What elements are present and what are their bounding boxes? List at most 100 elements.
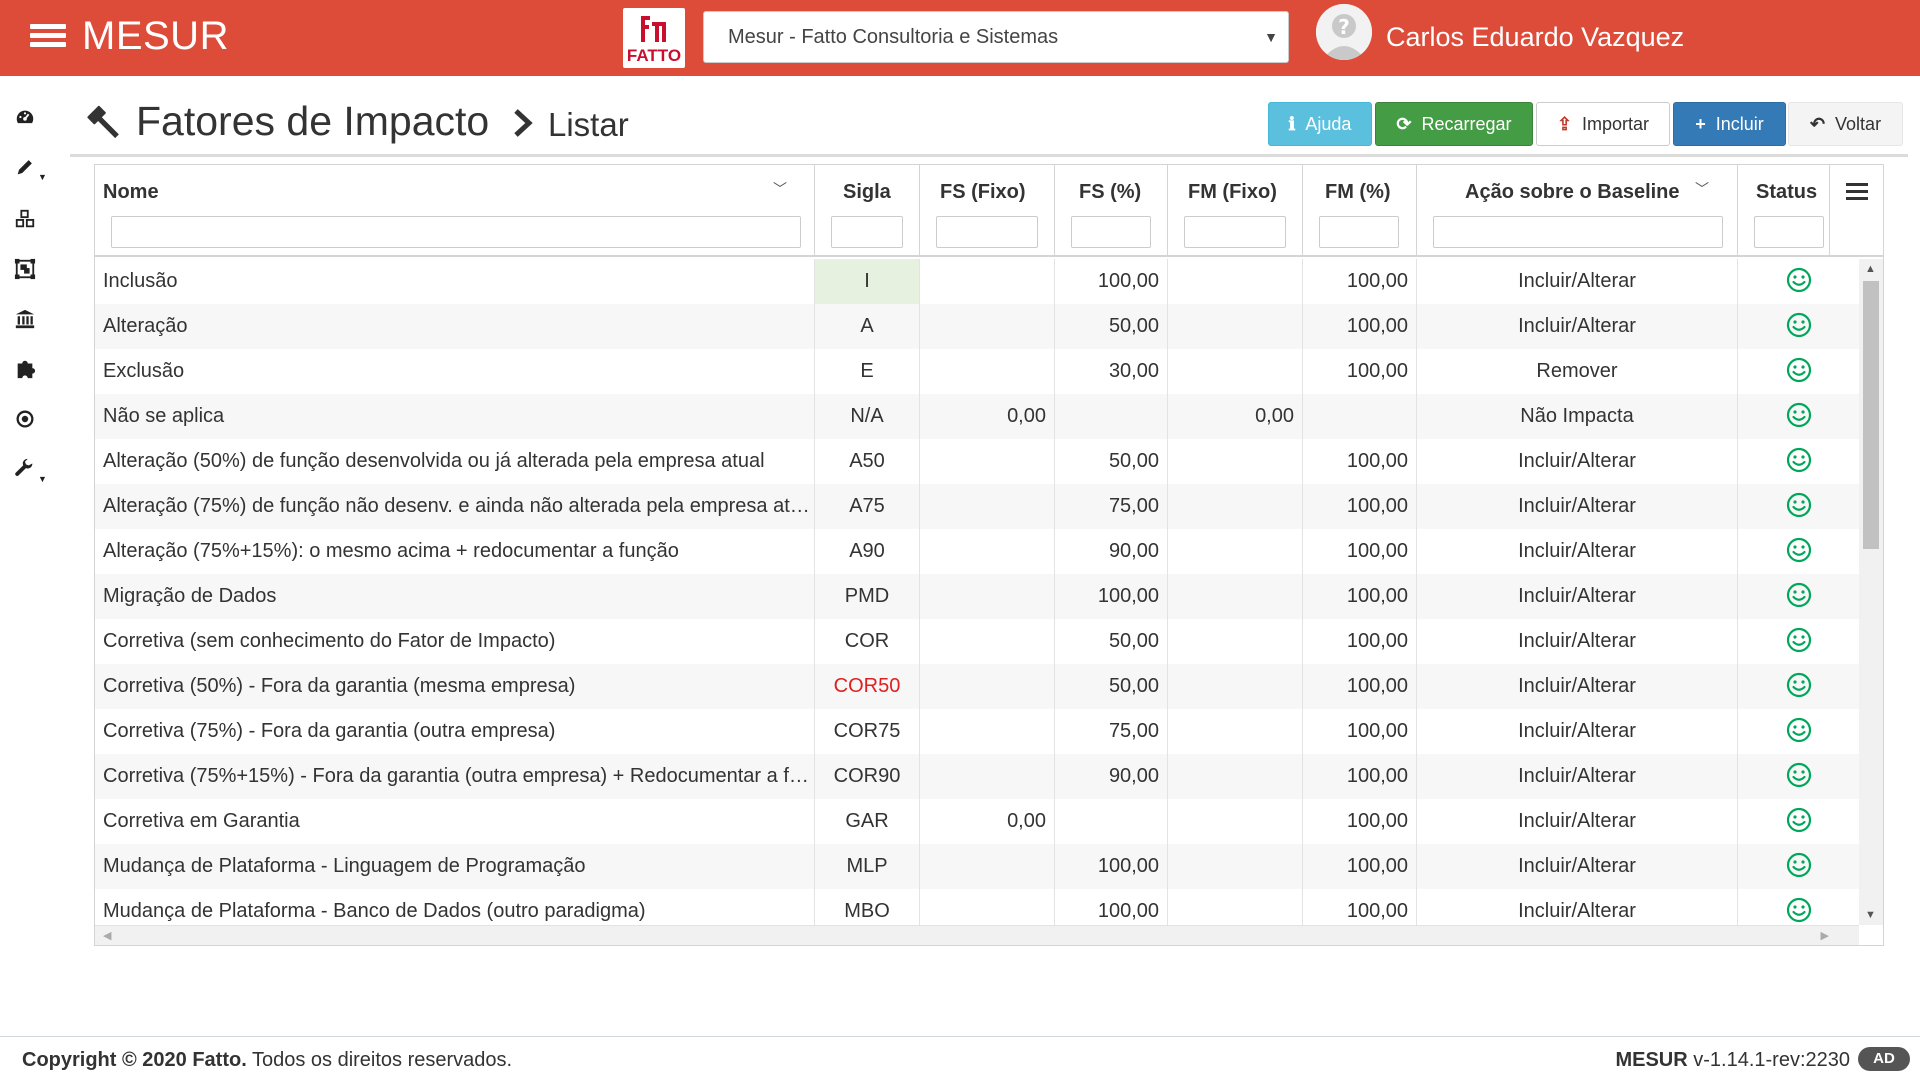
column-header-fm-fixo[interactable]: FM (Fixo) xyxy=(1168,165,1303,255)
cell-nome: Inclusão xyxy=(95,259,815,304)
filter-input-fm-fixo[interactable] xyxy=(1184,216,1286,248)
pencil-icon[interactable]: ▼ xyxy=(14,156,54,186)
cell-acao: Incluir/Alterar xyxy=(1417,529,1738,574)
sidebar: ▼ ▼ xyxy=(0,76,70,1036)
cell-fm-fixo xyxy=(1168,799,1303,844)
vertical-scrollbar[interactable]: ▲ ▼ xyxy=(1859,259,1883,925)
table-row[interactable]: Corretiva (75%+15%) - Fora da garantia (… xyxy=(95,754,1859,799)
chevron-down-icon[interactable]: ﹀ xyxy=(1695,179,1709,199)
cell-sigla: COR90 xyxy=(815,754,920,799)
grid-header: Nome ﹀ Sigla FS (Fixo) FS (%) FM (Fixo) xyxy=(95,165,1883,257)
import-button[interactable]: ⇪ Importar xyxy=(1536,102,1670,146)
cell-fm-fixo xyxy=(1168,439,1303,484)
company-select[interactable]: Mesur - Fatto Consultoria e Sistemas ▼ xyxy=(703,11,1289,63)
cell-fm-pct: 100,00 xyxy=(1303,709,1417,754)
column-header-nome[interactable]: Nome ﹀ xyxy=(95,165,815,255)
table-row[interactable]: Corretiva em Garantia GAR 0,00 100,00 Inclui… xyxy=(95,799,1859,844)
ad-badge: AD xyxy=(1858,1047,1910,1071)
cell-fm-fixo xyxy=(1168,889,1303,925)
cell-fm-pct: 100,00 xyxy=(1303,259,1417,304)
table-row[interactable]: Inclusão I 100,00 100,00 Incluir/Alterar xyxy=(95,259,1859,304)
puzzle-icon[interactable] xyxy=(14,358,54,388)
column-header-fs-pct[interactable]: FS (%) xyxy=(1055,165,1168,255)
smile-icon xyxy=(1786,447,1811,472)
filter-input-fm-pct[interactable] xyxy=(1319,216,1399,248)
column-header-sigla[interactable]: Sigla xyxy=(815,165,920,255)
filter-input-acao[interactable] xyxy=(1433,216,1723,248)
cell-sigla: MLP xyxy=(815,844,920,889)
filter-input-nome[interactable] xyxy=(111,216,801,248)
scrollbar-thumb[interactable] xyxy=(1863,281,1879,549)
column-header-acao[interactable]: Ação sobre o Baseline ﹀ xyxy=(1417,165,1738,255)
smile-icon xyxy=(1786,897,1811,922)
table-row[interactable]: Mudança de Plataforma - Linguagem de Pro… xyxy=(95,844,1859,889)
company-select-value: Mesur - Fatto Consultoria e Sistemas xyxy=(728,26,1059,48)
table-row[interactable]: Alteração A 50,00 100,00 Incluir/Alterar xyxy=(95,304,1859,349)
object-group-icon[interactable] xyxy=(14,258,54,288)
cell-fm-pct: 100,00 xyxy=(1303,799,1417,844)
dashboard-icon[interactable] xyxy=(14,106,54,136)
cell-fs-fixo xyxy=(920,754,1055,799)
chevron-down-icon[interactable]: ﹀ xyxy=(773,179,787,199)
column-label: Sigla xyxy=(843,181,891,203)
cell-sigla: A90 xyxy=(815,529,920,574)
reload-button-label: Recarregar xyxy=(1421,114,1512,134)
table-row[interactable]: Alteração (50%) de função desenvolvida o… xyxy=(95,439,1859,484)
filter-input-fs-pct[interactable] xyxy=(1071,216,1151,248)
scroll-up-icon[interactable]: ▲ xyxy=(1865,263,1876,275)
cell-status xyxy=(1738,259,1859,304)
reload-button[interactable]: ⟳ Recarregar xyxy=(1375,102,1533,146)
cell-acao: Incluir/Alterar xyxy=(1417,574,1738,619)
column-label: Status xyxy=(1756,181,1818,203)
cell-fm-fixo xyxy=(1168,304,1303,349)
column-menu[interactable] xyxy=(1830,165,1883,255)
table-row[interactable]: Não se aplica N/A 0,00 0,00 Não Impacta xyxy=(95,394,1859,439)
caret-down-icon: ▼ xyxy=(38,172,47,182)
table-row[interactable]: Alteração (75%) de função não desenv. e … xyxy=(95,484,1859,529)
cell-sigla: E xyxy=(815,349,920,394)
table-row[interactable]: Alteração (75%+15%): o mesmo acima + red… xyxy=(95,529,1859,574)
add-button[interactable]: + Incluir xyxy=(1673,102,1786,146)
bars-icon[interactable] xyxy=(1846,183,1868,201)
smile-icon xyxy=(1786,627,1811,652)
reply-icon: ↶ xyxy=(1809,114,1826,134)
upload-icon: ⇪ xyxy=(1556,114,1573,134)
table-row[interactable]: Exclusão E 30,00 100,00 Remover xyxy=(95,349,1859,394)
horizontal-scrollbar[interactable]: ◀ ▶ xyxy=(95,925,1859,945)
cell-status xyxy=(1738,574,1859,619)
cell-fs-pct: 50,00 xyxy=(1055,619,1168,664)
cell-fs-fixo xyxy=(920,304,1055,349)
user-name[interactable]: Carlos Eduardo Vazquez xyxy=(1386,22,1684,53)
menu-toggle-icon[interactable] xyxy=(30,24,66,52)
avatar[interactable]: ? xyxy=(1316,4,1372,60)
scroll-down-icon[interactable]: ▼ xyxy=(1865,909,1876,921)
column-header-fm-pct[interactable]: FM (%) xyxy=(1303,165,1417,255)
cell-nome: Exclusão xyxy=(95,349,815,394)
table-row[interactable]: Corretiva (sem conhecimento do Fator de … xyxy=(95,619,1859,664)
cubes-icon[interactable] xyxy=(14,208,54,238)
app-title[interactable]: MESUR xyxy=(82,14,229,59)
cell-acao: Incluir/Alterar xyxy=(1417,259,1738,304)
cell-nome: Alteração (75%) de função não desenv. e … xyxy=(95,484,815,529)
scroll-right-icon[interactable]: ▶ xyxy=(1821,929,1829,942)
filter-input-fs-fixo[interactable] xyxy=(936,216,1038,248)
column-header-status[interactable]: Status xyxy=(1738,165,1830,255)
cell-fm-pct: 100,00 xyxy=(1303,484,1417,529)
bank-icon[interactable] xyxy=(14,308,54,338)
scroll-left-icon[interactable]: ◀ xyxy=(103,929,111,942)
cell-fm-pct: 100,00 xyxy=(1303,754,1417,799)
table-row[interactable]: Corretiva (50%) - Fora da garantia (mesm… xyxy=(95,664,1859,709)
back-button[interactable]: ↶ Voltar xyxy=(1788,102,1903,146)
column-header-fs-fixo[interactable]: FS (Fixo) xyxy=(920,165,1055,255)
filter-input-status[interactable] xyxy=(1754,216,1824,248)
cell-sigla: A xyxy=(815,304,920,349)
table-row[interactable]: Migração de Dados PMD 100,00 100,00 Incluir/… xyxy=(95,574,1859,619)
wrench-icon[interactable]: ▼ xyxy=(14,458,54,488)
dot-circle-icon[interactable] xyxy=(14,408,54,438)
table-row[interactable]: Corretiva (75%) - Fora da garantia (outr… xyxy=(95,709,1859,754)
filter-input-sigla[interactable] xyxy=(831,216,903,248)
cell-nome: Migração de Dados xyxy=(95,574,815,619)
help-button[interactable]: ℹ Ajuda xyxy=(1268,102,1372,146)
info-icon: ℹ xyxy=(1288,114,1296,134)
table-row[interactable]: Mudança de Plataforma - Banco de Dados (… xyxy=(95,889,1859,925)
